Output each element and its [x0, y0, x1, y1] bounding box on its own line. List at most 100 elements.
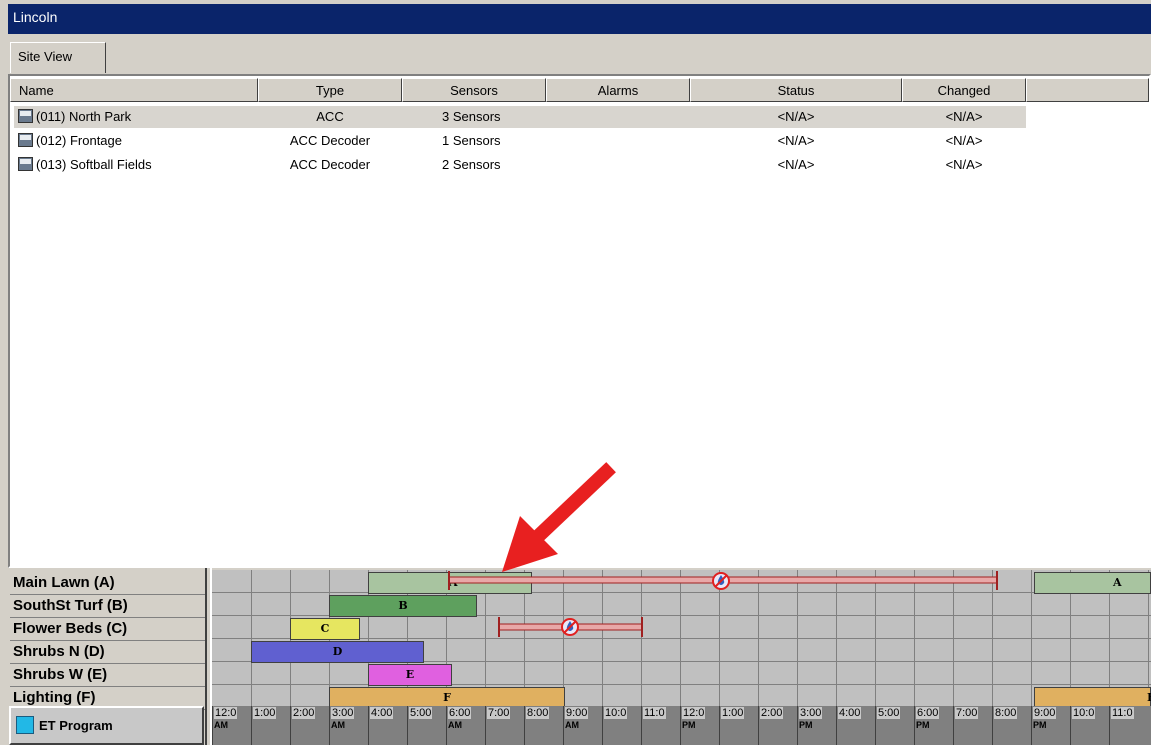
row-status: <N/A>: [777, 157, 815, 172]
time-tick-label: 6:00: [448, 707, 472, 719]
schedule-splitter[interactable]: [205, 568, 212, 745]
zone-label-shrubs-w[interactable]: Shrubs W (E): [10, 664, 205, 687]
rain-delay-icon[interactable]: [561, 618, 579, 636]
table-row[interactable]: (012) Frontage ACC Decoder 1 Sensors <N/…: [14, 130, 1026, 152]
column-header-type-label: Type: [315, 83, 345, 98]
column-header-row: Name Type Sensors Alarms Status Changed: [10, 78, 1149, 102]
row-type: ACC Decoder: [289, 157, 371, 172]
time-tick: 2:00: [758, 706, 797, 745]
zone-label-main-lawn[interactable]: Main Lawn (A): [10, 572, 205, 595]
column-header-name[interactable]: Name: [10, 78, 258, 102]
time-tick-label: 7:00: [487, 707, 511, 719]
controller-icon: [18, 133, 33, 147]
time-tick: 7:00: [485, 706, 524, 745]
rain-delay-overlay: [448, 571, 998, 637]
time-tick-label: 5:00: [877, 707, 901, 719]
row-sensors: 3 Sensors: [442, 109, 501, 124]
time-tick-label: 2:00: [292, 707, 316, 719]
time-tick-label: 9:00: [1033, 707, 1057, 719]
row-sensors: 2 Sensors: [442, 157, 501, 172]
time-tick-label: 1:00: [253, 707, 277, 719]
time-tick: 7:00: [953, 706, 992, 745]
time-tick: 1:00: [251, 706, 290, 745]
row-type: ACC: [316, 109, 344, 124]
time-tick: 6:00 AM: [446, 706, 485, 745]
column-header-name-label: Name: [19, 83, 54, 98]
time-tick-label: 3:00: [331, 707, 355, 719]
annotation-arrow-icon: [502, 462, 616, 572]
time-tick-label: 6:00: [916, 707, 940, 719]
tab-site-view-label: Site View: [18, 49, 72, 64]
time-tick: 8:00: [992, 706, 1031, 745]
column-header-status[interactable]: Status: [690, 78, 902, 102]
time-tick-label: 9:00: [565, 707, 589, 719]
time-axis: 12:0 AM 1:00 2:00 3:00 AM 4:00 5:00 6:00 AM…: [212, 706, 1151, 745]
et-program-button[interactable]: ET Program: [9, 706, 204, 745]
row-status: <N/A>: [777, 109, 815, 124]
time-tick: 5:00: [875, 706, 914, 745]
table-row[interactable]: (011) North Park ACC 3 Sensors <N/A> <N/…: [14, 106, 1026, 128]
time-tick: 4:00: [836, 706, 875, 745]
zone-label-shrubs-n[interactable]: Shrubs N (D): [10, 641, 205, 664]
column-header-changed-label: Changed: [937, 83, 991, 98]
column-header-changed[interactable]: Changed: [902, 78, 1026, 102]
time-tick: 12:0 PM: [680, 706, 719, 745]
row-name: (013) Softball Fields: [36, 157, 152, 172]
ampm-mark: PM: [682, 720, 696, 730]
time-tick-label: 11:0: [643, 707, 666, 719]
column-header-sensors[interactable]: Sensors: [402, 78, 546, 102]
time-tick-label: 2:00: [760, 707, 784, 719]
time-tick-label: 12:0: [214, 707, 238, 719]
et-program-swatch: [16, 716, 34, 734]
time-tick: 11:0: [1109, 706, 1151, 745]
time-tick: 10:0: [1070, 706, 1109, 745]
time-tick-label: 8:00: [994, 707, 1018, 719]
ampm-mark: AM: [565, 720, 579, 730]
zone-label-southst-turf[interactable]: SouthSt Turf (B): [10, 595, 205, 618]
ampm-mark: PM: [799, 720, 813, 730]
row-changed: <N/A>: [945, 133, 983, 148]
time-tick: 10:0: [602, 706, 641, 745]
ampm-mark: AM: [448, 720, 462, 730]
time-tick: 12:0 AM: [212, 706, 251, 745]
time-tick-label: 4:00: [370, 707, 394, 719]
column-header-sensors-label: Sensors: [450, 83, 498, 98]
time-tick: 11:0: [641, 706, 680, 745]
column-header-alarms[interactable]: Alarms: [546, 78, 690, 102]
time-tick-label: 3:00: [799, 707, 823, 719]
window-title-bar: Lincoln: [8, 4, 1151, 34]
time-tick: 5:00: [407, 706, 446, 745]
time-tick: 9:00 PM: [1031, 706, 1070, 745]
time-tick-label: 10:0: [604, 707, 628, 719]
time-tick-label: 4:00: [838, 707, 862, 719]
row-name: (012) Frontage: [36, 133, 122, 148]
time-tick: 1:00: [719, 706, 758, 745]
time-tick: 9:00 AM: [563, 706, 602, 745]
table-row[interactable]: (013) Softball Fields ACC Decoder 2 Sens…: [14, 154, 1026, 176]
time-tick-label: 11:0: [1111, 707, 1134, 719]
time-tick-label: 12:0: [682, 707, 706, 719]
zone-label-flower-beds[interactable]: Flower Beds (C): [10, 618, 205, 641]
column-header-type[interactable]: Type: [258, 78, 402, 102]
time-tick: 2:00: [290, 706, 329, 745]
controller-icon: [18, 157, 33, 171]
time-tick-label: 5:00: [409, 707, 433, 719]
time-tick-label: 1:00: [721, 707, 745, 719]
ampm-mark: AM: [331, 720, 345, 730]
row-status: <N/A>: [777, 133, 815, 148]
time-tick: 3:00 AM: [329, 706, 368, 745]
time-tick: 4:00: [368, 706, 407, 745]
schedule-grid[interactable]: A A B C D E F F: [212, 570, 1151, 706]
window-title: Lincoln: [13, 9, 58, 25]
row-changed: <N/A>: [945, 157, 983, 172]
schedule-panel: Main Lawn (A) SouthSt Turf (B) Flower Be…: [8, 568, 1151, 745]
time-tick-label: 10:0: [1072, 707, 1096, 719]
ampm-mark: PM: [916, 720, 930, 730]
time-tick: 3:00 PM: [797, 706, 836, 745]
time-tick: 8:00: [524, 706, 563, 745]
row-changed: <N/A>: [945, 109, 983, 124]
ampm-mark: AM: [214, 720, 228, 730]
column-header-filler: [1026, 78, 1149, 102]
tab-site-view[interactable]: Site View: [10, 42, 106, 73]
rain-delay-icon[interactable]: [712, 572, 730, 590]
